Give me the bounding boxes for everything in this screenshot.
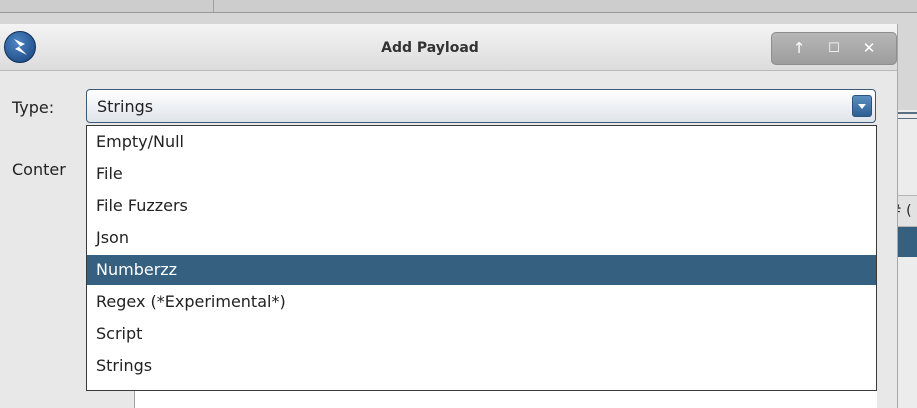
contents-textarea[interactable] <box>134 390 877 408</box>
option-script[interactable]: Script <box>87 319 876 349</box>
window-controls: ↑ ☐ ✕ <box>771 32 897 65</box>
chevron-down-icon[interactable] <box>852 95 872 117</box>
type-dropdown-list: Empty/Null File File Fuzzers Json Number… <box>86 125 877 391</box>
option-empty-null[interactable]: Empty/Null <box>87 127 876 157</box>
type-combobox-value: Strings <box>97 97 154 116</box>
dialog-titlebar[interactable]: Add Payload ↑ ☐ ✕ <box>0 24 897 71</box>
type-combobox[interactable]: Strings <box>86 89 876 123</box>
restore-button[interactable]: ☐ <box>819 33 849 64</box>
option-numberzz[interactable]: Numberzz <box>87 255 876 285</box>
option-file[interactable]: File <box>87 159 876 189</box>
option-file-fuzzers[interactable]: File Fuzzers <box>87 191 876 221</box>
type-label: Type: <box>12 98 55 117</box>
zap-logo-icon <box>4 31 36 63</box>
option-regex[interactable]: Regex (*Experimental*) <box>87 287 876 317</box>
option-strings[interactable]: Strings <box>87 351 876 381</box>
background-window-strip <box>0 0 917 13</box>
contents-label: Conter <box>12 160 66 179</box>
dialog-title: Add Payload <box>381 40 479 56</box>
strip-divider <box>213 0 214 12</box>
option-json[interactable]: Json <box>87 223 876 253</box>
maximize-up-button[interactable]: ↑ <box>784 33 814 64</box>
close-button[interactable]: ✕ <box>854 33 884 64</box>
